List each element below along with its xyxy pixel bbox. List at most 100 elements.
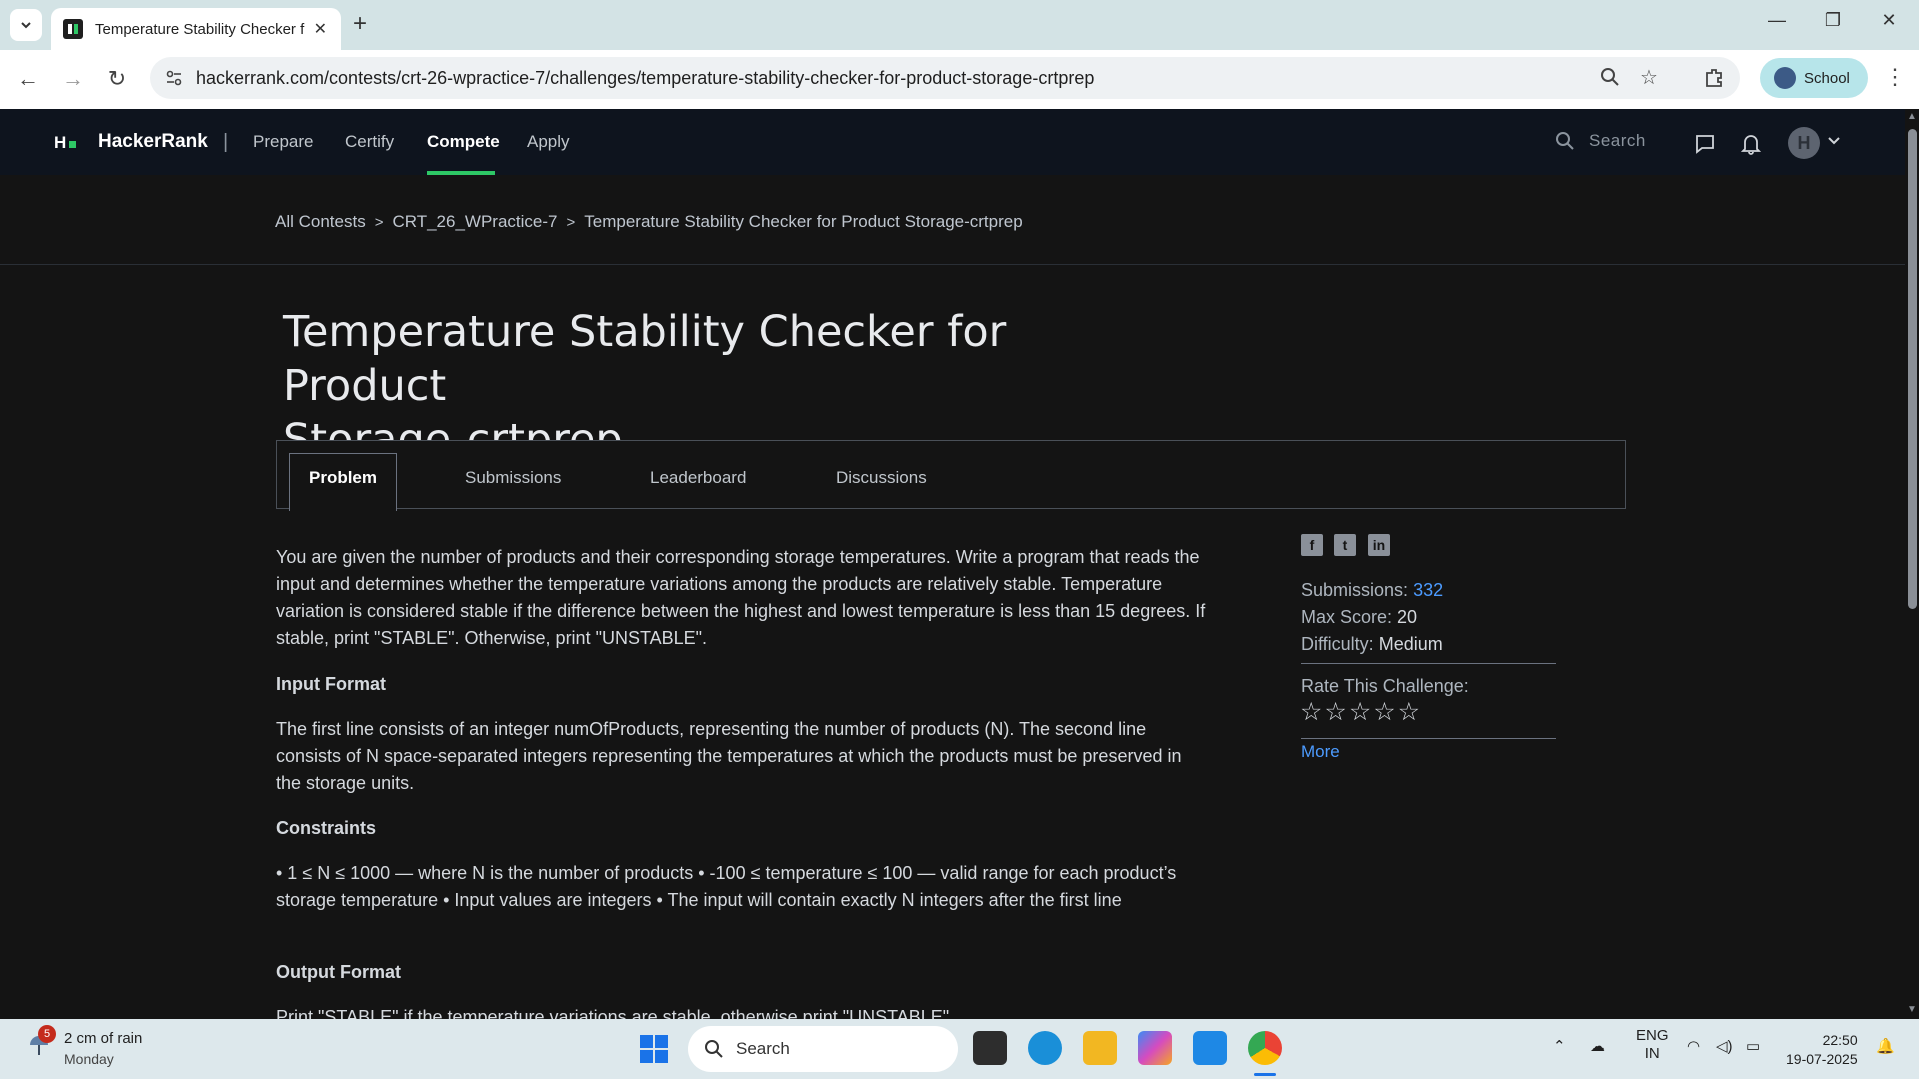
tab-search-button[interactable] <box>10 9 42 41</box>
scroll-up-icon[interactable]: ▲ <box>1907 111 1917 122</box>
restore-button[interactable]: ❐ <box>1818 10 1848 31</box>
nav-prepare[interactable]: Prepare <box>253 132 313 152</box>
volume-icon[interactable]: ◁) <box>1716 1037 1733 1055</box>
onedrive-icon[interactable]: ☁ <box>1590 1037 1605 1055</box>
wifi-icon[interactable]: ◠ <box>1687 1037 1700 1055</box>
browser-menu-icon[interactable]: ⋮ <box>1884 64 1906 90</box>
address-bar[interactable]: hackerrank.com/contests/crt-26-wpractice… <box>150 57 1740 99</box>
more-link[interactable]: More <box>1301 742 1340 762</box>
weather-badge: 5 <box>38 1025 56 1043</box>
max-score-label: Max Score: <box>1301 607 1393 627</box>
chevron-up-icon[interactable]: ⌃ <box>1553 1037 1566 1055</box>
difficulty-stat: Difficulty: Medium <box>1301 634 1443 655</box>
system-clock[interactable]: 22:50 19-07-2025 <box>1786 1031 1858 1069</box>
back-button[interactable]: ← <box>14 66 42 92</box>
windows-taskbar: 5 2 cm of rain Monday Search ⌃ ☁ ENG IN … <box>0 1019 1919 1079</box>
tab-discussions[interactable]: Discussions <box>836 468 927 488</box>
taskbar-search-label: Search <box>736 1039 790 1058</box>
breadcrumb-all-contests[interactable]: All Contests <box>275 212 366 232</box>
messages-icon[interactable] <box>1694 133 1716 155</box>
constraints-text: • 1 ≤ N ≤ 1000 — where N is the number o… <box>276 863 1177 910</box>
profile-button[interactable]: School <box>1760 58 1868 98</box>
breadcrumb-contest[interactable]: CRT_26_WPractice-7 <box>392 212 557 232</box>
profile-avatar <box>1774 67 1796 89</box>
edge-browser-icon[interactable] <box>1028 1031 1062 1065</box>
challenge-tabs: Problem Submissions Leaderboard Discussi… <box>276 440 1626 511</box>
nav-separator: | <box>223 131 229 153</box>
submissions-stat: Submissions: 332 <box>1301 580 1443 601</box>
clock-time: 22:50 <box>1822 1032 1858 1048</box>
profile-label: School <box>1804 69 1850 87</box>
input-format-heading: Input Format <box>276 674 386 694</box>
region-code: IN <box>1644 1045 1660 1062</box>
scrollbar-thumb[interactable] <box>1908 129 1917 609</box>
windows-start-icon[interactable] <box>640 1035 668 1063</box>
difficulty-value: Medium <box>1378 634 1443 654</box>
task-view-icon[interactable] <box>973 1031 1007 1065</box>
reload-button[interactable]: ↻ <box>103 66 131 92</box>
browser-tab[interactable]: Temperature Stability Checker f ✕ <box>51 8 341 50</box>
nav-apply[interactable]: Apply <box>527 132 570 152</box>
linkedin-icon[interactable]: in <box>1368 534 1390 556</box>
copilot-icon[interactable] <box>1138 1031 1172 1065</box>
facebook-icon[interactable]: f <box>1301 534 1323 556</box>
minimize-button[interactable]: — <box>1762 10 1792 31</box>
site-settings-icon[interactable] <box>164 68 184 88</box>
chevron-down-icon[interactable] <box>1827 135 1841 147</box>
url-text: hackerrank.com/contests/crt-26-wpractice… <box>196 68 1095 88</box>
input-format-text: The first line consists of an integer nu… <box>276 719 1182 793</box>
vscode-icon[interactable] <box>1193 1031 1227 1065</box>
hackerrank-favicon-icon <box>63 19 83 39</box>
user-avatar[interactable]: H <box>1788 127 1820 159</box>
battery-icon[interactable]: ▭ <box>1746 1037 1760 1055</box>
tab-submissions[interactable]: Submissions <box>465 468 561 488</box>
nav-certify[interactable]: Certify <box>345 132 394 152</box>
site-header: H HackerRank | Prepare Certify Compete A… <box>0 109 1905 175</box>
sidebar-divider <box>1301 738 1556 739</box>
close-window-button[interactable]: ✕ <box>1874 10 1904 31</box>
tab-problem[interactable]: Problem <box>289 453 397 511</box>
page-title-line-1: Temperature Stability Checker for Produc… <box>283 307 1007 411</box>
language-indicator[interactable]: ENG IN <box>1636 1027 1669 1063</box>
weather-text: 2 cm of rain <box>64 1030 143 1047</box>
twitter-icon[interactable]: t <box>1334 534 1356 556</box>
file-explorer-icon[interactable] <box>1083 1031 1117 1065</box>
taskbar-search[interactable]: Search <box>688 1026 958 1072</box>
rate-challenge-label: Rate This Challenge: <box>1301 676 1469 696</box>
submissions-label: Submissions: <box>1301 580 1409 600</box>
bookmark-star-icon[interactable]: ☆ <box>1640 65 1658 90</box>
nav-compete[interactable]: Compete <box>427 132 500 152</box>
breadcrumb: All Contests > CRT_26_WPractice-7 > Temp… <box>275 212 1023 232</box>
breadcrumb-challenge[interactable]: Temperature Stability Checker for Produc… <box>584 212 1022 232</box>
close-tab-icon[interactable]: ✕ <box>314 19 327 39</box>
zoom-icon[interactable] <box>1600 67 1620 87</box>
active-app-indicator <box>1254 1073 1276 1076</box>
breadcrumb-bar: All Contests > CRT_26_WPractice-7 > Temp… <box>0 175 1905 265</box>
problem-description: You are given the number of products and… <box>276 547 1206 648</box>
chevron-down-icon <box>21 22 31 29</box>
page-scrollbar[interactable]: ▲ ▼ <box>1905 109 1919 1019</box>
chevron-right-icon: > <box>566 213 576 231</box>
tab-leaderboard[interactable]: Leaderboard <box>650 468 746 488</box>
constraints-heading: Constraints <box>276 818 377 838</box>
forward-button[interactable]: → <box>59 66 87 92</box>
chrome-icon[interactable] <box>1248 1031 1282 1065</box>
weather-day: Monday <box>64 1051 114 1067</box>
rating-stars[interactable]: ☆☆☆☆☆ <box>1300 697 1422 727</box>
notifications-icon[interactable]: 🔔 <box>1876 1037 1895 1055</box>
difficulty-label: Difficulty: <box>1301 634 1374 654</box>
output-format-text: Print "STABLE" if the temperature variat… <box>276 1007 955 1019</box>
brand-name[interactable]: HackerRank <box>98 131 208 153</box>
scroll-down-icon[interactable]: ▼ <box>1907 1004 1917 1015</box>
site-search[interactable]: Search <box>1555 131 1646 151</box>
output-format-heading: Output Format <box>276 962 401 982</box>
hackerrank-logo[interactable]: H <box>54 133 77 153</box>
notifications-bell-icon[interactable] <box>1741 133 1761 155</box>
submissions-count-link[interactable]: 332 <box>1413 580 1443 600</box>
new-tab-button[interactable]: + <box>353 12 367 36</box>
browser-toolbar: ← → ↻ hackerrank.com/contests/crt-26-wpr… <box>0 50 1919 109</box>
search-icon <box>1556 132 1574 150</box>
extensions-icon[interactable] <box>1703 66 1725 88</box>
clock-date: 19-07-2025 <box>1786 1051 1858 1067</box>
weather-widget[interactable]: 5 2 cm of rain Monday <box>24 1025 143 1069</box>
